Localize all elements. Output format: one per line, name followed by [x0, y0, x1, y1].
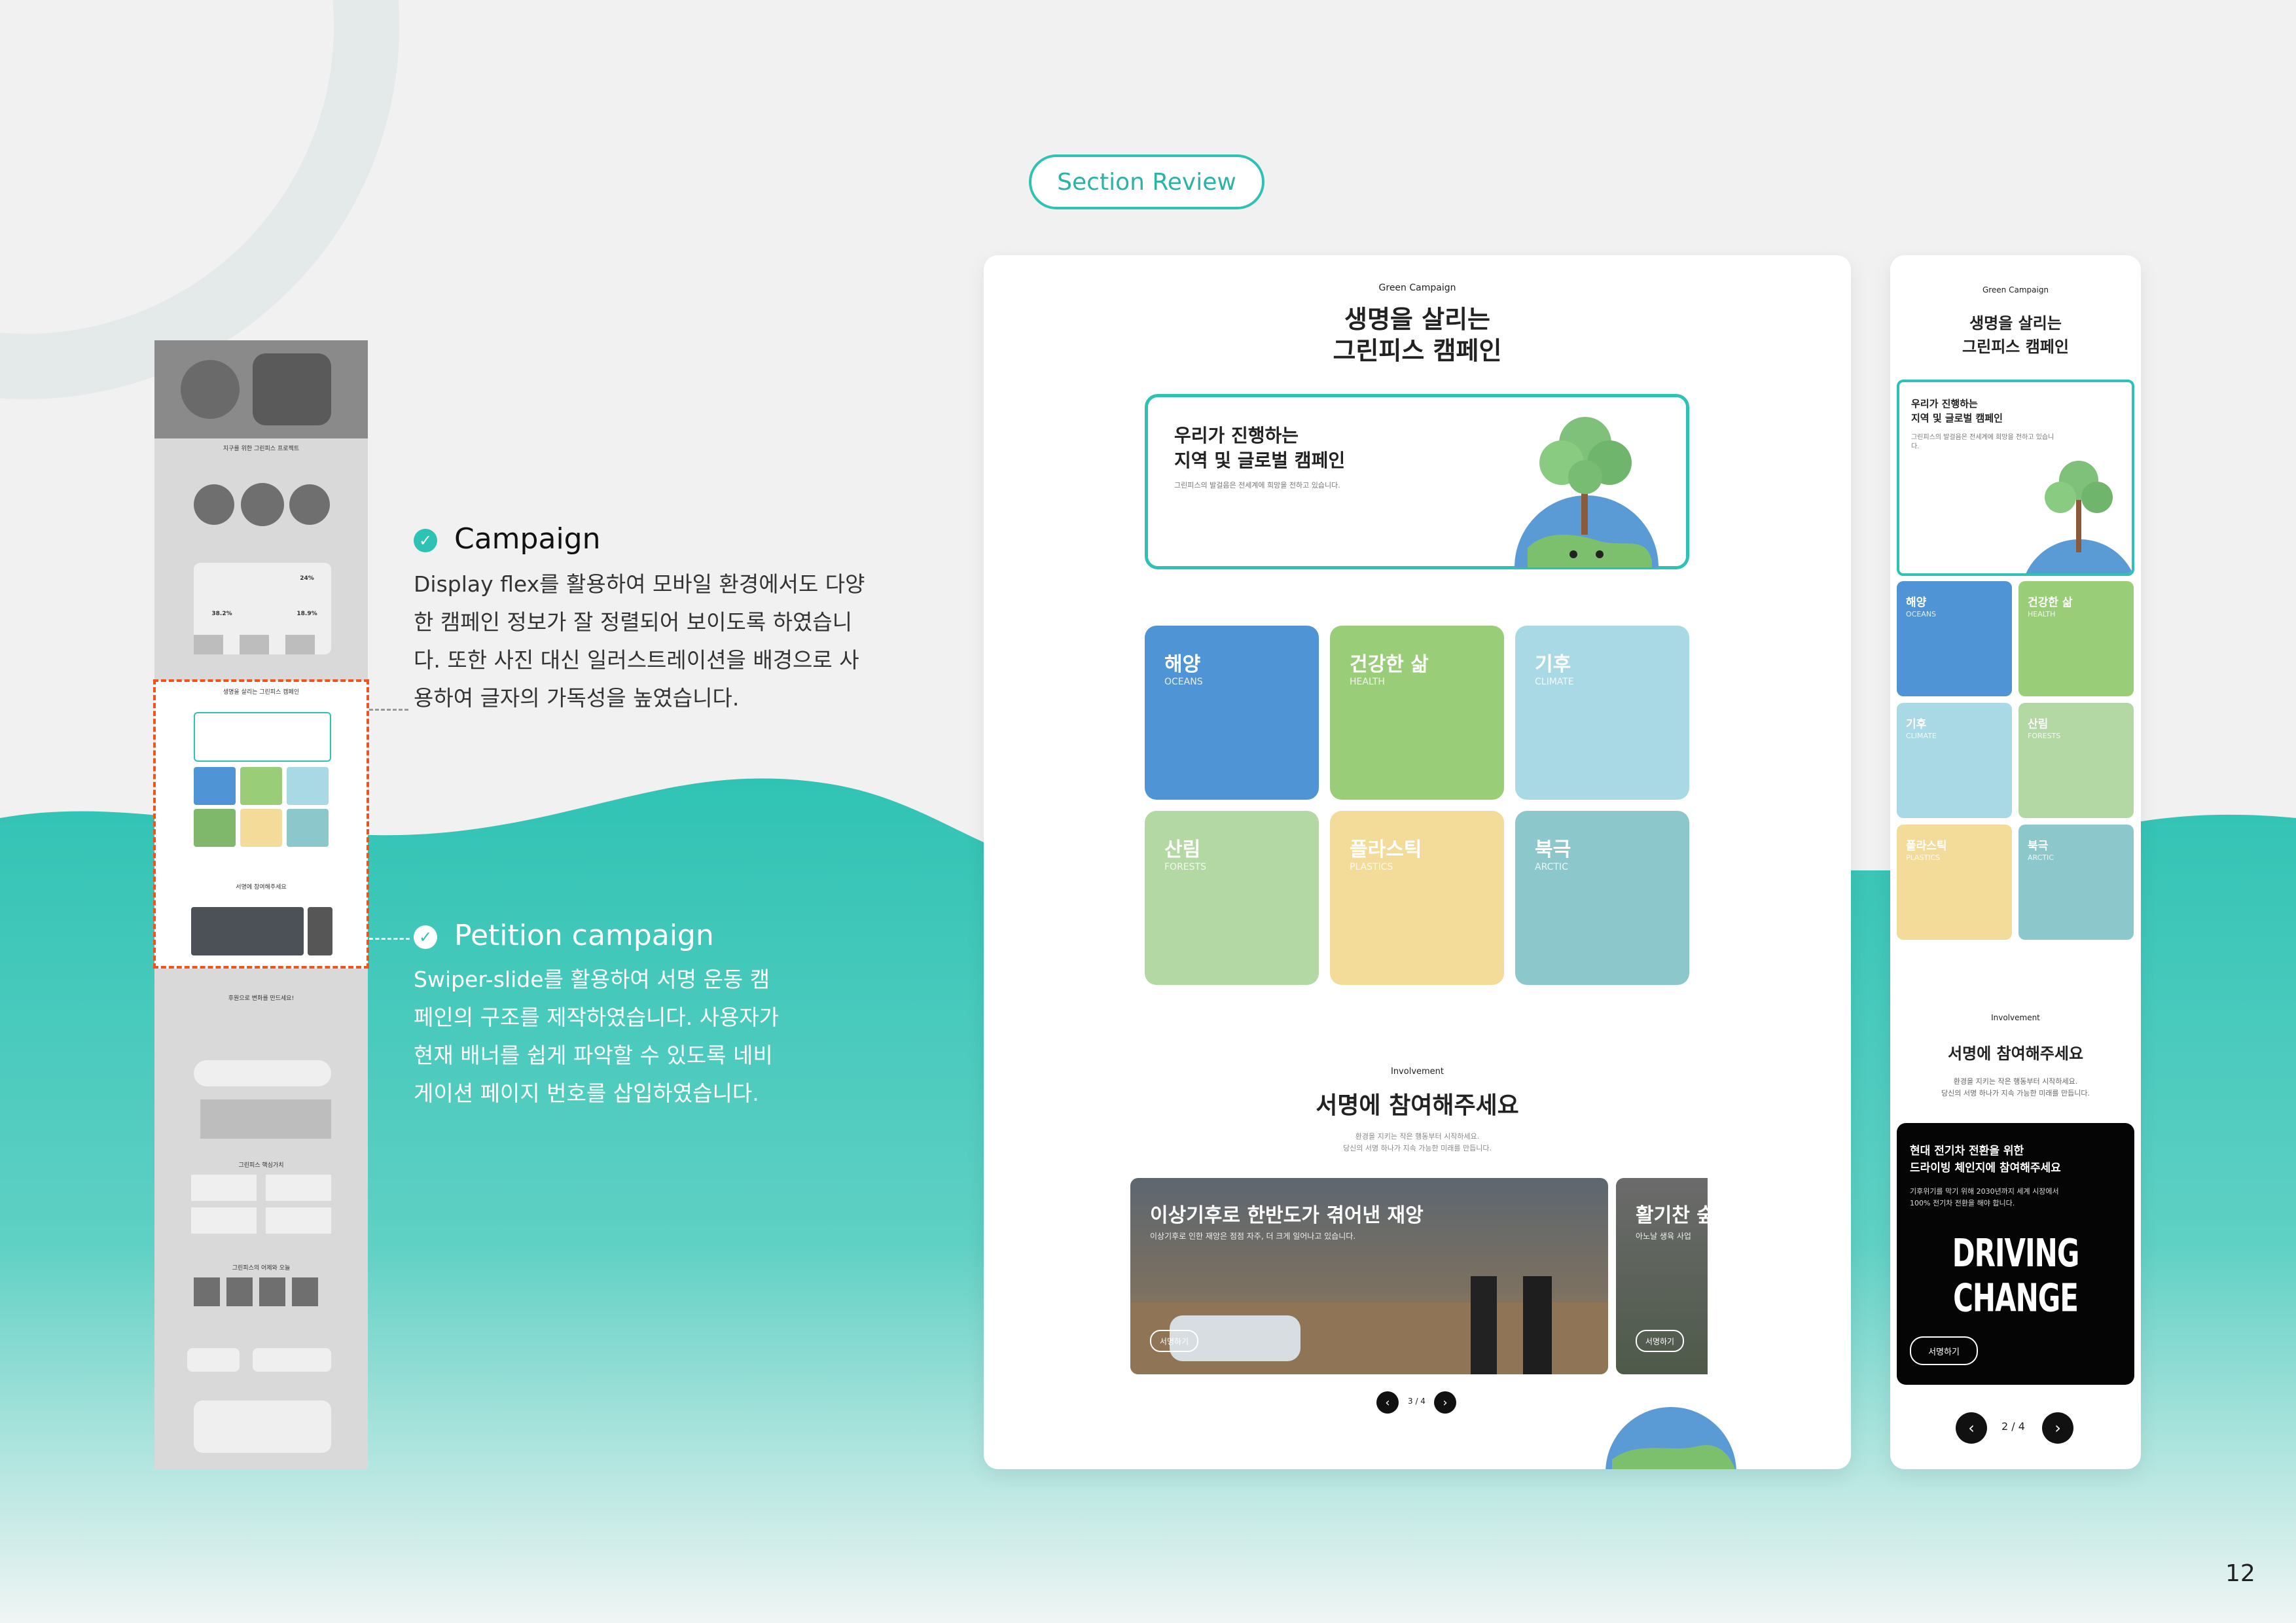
sign-button[interactable]: 서명하기: [1636, 1330, 1684, 1352]
category-card-climate[interactable]: 기후 CLIMATE: [1515, 626, 1689, 800]
category-subtitle: CLIMATE: [1906, 732, 1937, 740]
category-card-oceans[interactable]: 해양 OCEANS: [1897, 581, 2012, 696]
category-title: 기후: [1906, 718, 1927, 731]
involvement-sub: 환경을 지키는 작은 행동부터 시작하세요. 당신의 서명 하나가 지속 가능한…: [1343, 1132, 1492, 1152]
prev-arrow-icon[interactable]: ‹: [1956, 1412, 1987, 1444]
slide1-sub: 이상기후로 인한 재앙은 점점 자주, 더 크게 일어나고 있습니다.: [1150, 1232, 1356, 1241]
petition-desc-body: Swiper-slide를 활용하여 서명 운동 캠 페인의 구조를 제작하였습…: [414, 967, 780, 1106]
category-subtitle: PLASTICS: [1906, 853, 1941, 862]
category-subtitle: FORESTS: [2028, 732, 2061, 740]
category-subtitle: OCEANS: [1164, 677, 1203, 687]
petition-slide-next[interactable]: 활기찬 숲 아노날 생육 사업 서명하기: [1616, 1178, 1708, 1374]
category-title: 플라스틱: [1350, 838, 1422, 861]
petition-slide-active[interactable]: 이상기후로 한반도가 겪어낸 재앙 이상기후로 인한 재앙은 점점 자주, 더 …: [1130, 1178, 1608, 1374]
slide-pager: 2 / 4: [2001, 1420, 2025, 1433]
banner-sub: 기후위기를 막기 위해 2030년까지 세계 시장에서 100% 전기차 전환을…: [1910, 1187, 2059, 1207]
check-icon: ✓: [414, 925, 437, 949]
connector-line-2: [369, 938, 410, 940]
category-card-forests[interactable]: 산림 FORESTS: [1145, 811, 1319, 985]
category-card-oceans[interactable]: 해양 OCEANS: [1145, 626, 1319, 800]
banner-title: 현대 전기차 전환을 위한 드라이빙 체인지에 참여해주세요: [1910, 1145, 2061, 1175]
category-title: 해양: [1164, 653, 1201, 676]
eyebrow: Green Campaign: [1378, 283, 1456, 293]
petition-banner[interactable]: 현대 전기차 전환을 위한 드라이빙 체인지에 참여해주세요 기후위기를 막기 …: [1897, 1123, 2134, 1385]
connector-line-1: [369, 709, 408, 711]
section-title: 생명을 살리는 그린피스 캠페인: [1333, 305, 1502, 365]
involvement-eyebrow: Involvement: [1991, 1013, 2040, 1022]
category-subtitle: ARCTIC: [2028, 853, 2054, 862]
thumb-percent-2: 24%: [300, 575, 314, 582]
feature-title: 우리가 진행하는 지역 및 글로벌 캠페인: [1911, 398, 2003, 424]
section-review-pill: Section Review: [1029, 154, 1265, 209]
mobile-mockup: Green Campaign 생명을 살리는 그린피스 캠페인 우리가 진행하는…: [1890, 255, 2141, 1469]
involvement-title: 서명에 참여해주세요: [1947, 1044, 2084, 1063]
tree-globe-illustration: [1515, 417, 1659, 567]
campaign-desc-body: Display flex를 활용하여 모바일 환경에서도 다양 한 캠페인 정보…: [414, 571, 865, 711]
category-subtitle: ARCTIC: [1535, 862, 1568, 872]
category-card-forests[interactable]: 산림 FORESTS: [2018, 703, 2134, 818]
prev-arrow-icon[interactable]: ‹: [1376, 1391, 1399, 1414]
category-title: 산림: [1164, 838, 1201, 861]
sign-button[interactable]: 서명하기: [1150, 1330, 1198, 1352]
page-number: 12: [2225, 1560, 2255, 1587]
eyebrow: Green Campaign: [1982, 285, 2049, 294]
feature-sub: 그린피스의 발걸음은 전세계에 희망을 전하고 있습니다.: [1174, 481, 1340, 490]
category-card-health[interactable]: 건강한 삶 HEALTH: [1330, 626, 1504, 800]
involvement-title: 서명에 참여해주세요: [1316, 1092, 1519, 1119]
check-icon: ✓: [414, 529, 437, 552]
next-arrow-icon[interactable]: ›: [2042, 1412, 2073, 1444]
petition-desc-title: Petition campaign: [454, 919, 714, 952]
thumb-text-1: 지구를 위한 그린피스 프로젝트: [223, 446, 300, 452]
section-title: 생명을 살리는 그린피스 캠페인: [1962, 314, 2069, 356]
category-subtitle: CLIMATE: [1535, 677, 1574, 687]
tree-globe-illustration: [2026, 461, 2132, 573]
category-subtitle: HEALTH: [1350, 677, 1385, 687]
category-card-arctic[interactable]: 북극 ARCTIC: [1515, 811, 1689, 985]
globe-illustration: [1605, 1407, 1736, 1469]
category-title: 기후: [1535, 653, 1571, 676]
category-title: 건강한 삶: [2028, 596, 2073, 609]
slide-pager: 3 / 4: [1408, 1397, 1426, 1406]
category-title: 건강한 삶: [1350, 653, 1429, 676]
slide2-sub: 아노날 생육 사업: [1636, 1232, 1691, 1241]
category-title: 북극: [2028, 840, 2049, 853]
thumbnail-highlight-frame: [153, 679, 369, 969]
feature-campaign-card[interactable]: 우리가 진행하는 지역 및 글로벌 캠페인 그린피스의 발걸음은 전세계에 희망…: [1897, 380, 2134, 576]
thumb-text-6: 그린피스의 어제와 오늘: [232, 1265, 291, 1272]
involvement-sub: 환경을 지키는 작은 행동부터 시작하세요. 당신의 서명 하나가 지속 가능한…: [1941, 1077, 2090, 1097]
category-card-plastics[interactable]: 플라스틱 PLASTICS: [1897, 825, 2012, 940]
feature-campaign-card[interactable]: 우리가 진행하는 지역 및 글로벌 캠페인 그린피스의 발걸음은 전세계에 희망…: [1145, 394, 1689, 569]
category-subtitle: OCEANS: [1906, 610, 1937, 618]
thumb-text-5: 그린피스 핵심가치: [238, 1162, 284, 1169]
next-arrow-icon[interactable]: ›: [1434, 1391, 1456, 1414]
category-card-arctic[interactable]: 북극 ARCTIC: [2018, 825, 2134, 940]
driving-change-logo: DRIVING CHANGE: [1952, 1230, 2080, 1321]
thumb-percent-3: 18.9%: [296, 611, 317, 617]
campaign-desc-title: Campaign: [454, 522, 601, 556]
desktop-mockup: Green Campaign 생명을 살리는 그린피스 캠페인 우리가 진행하는…: [984, 255, 1851, 1469]
slide1-title: 이상기후로 한반도가 겪어낸 재앙: [1150, 1204, 1424, 1227]
category-title: 산림: [2028, 718, 2049, 731]
category-card-health[interactable]: 건강한 삶 HEALTH: [2018, 581, 2134, 696]
slide2-title: 활기찬 숲: [1636, 1204, 1708, 1227]
thumb-text-4: 후원으로 변화를 만드세요!: [228, 995, 295, 1002]
sign-button[interactable]: 서명하기: [1910, 1336, 1978, 1365]
category-subtitle: HEALTH: [2028, 610, 2056, 618]
category-card-climate[interactable]: 기후 CLIMATE: [1897, 703, 2012, 818]
category-title: 플라스틱: [1906, 840, 1947, 853]
category-title: 북극: [1535, 838, 1571, 861]
category-subtitle: PLASTICS: [1350, 862, 1393, 872]
flood-photo: [1130, 1276, 1608, 1374]
feature-title: 우리가 진행하는 지역 및 글로벌 캠페인: [1174, 425, 1346, 471]
involvement-eyebrow: Involvement: [1390, 1067, 1444, 1077]
category-card-plastics[interactable]: 플라스틱 PLASTICS: [1330, 811, 1504, 985]
category-title: 해양: [1906, 596, 1927, 609]
category-subtitle: FORESTS: [1164, 862, 1206, 872]
